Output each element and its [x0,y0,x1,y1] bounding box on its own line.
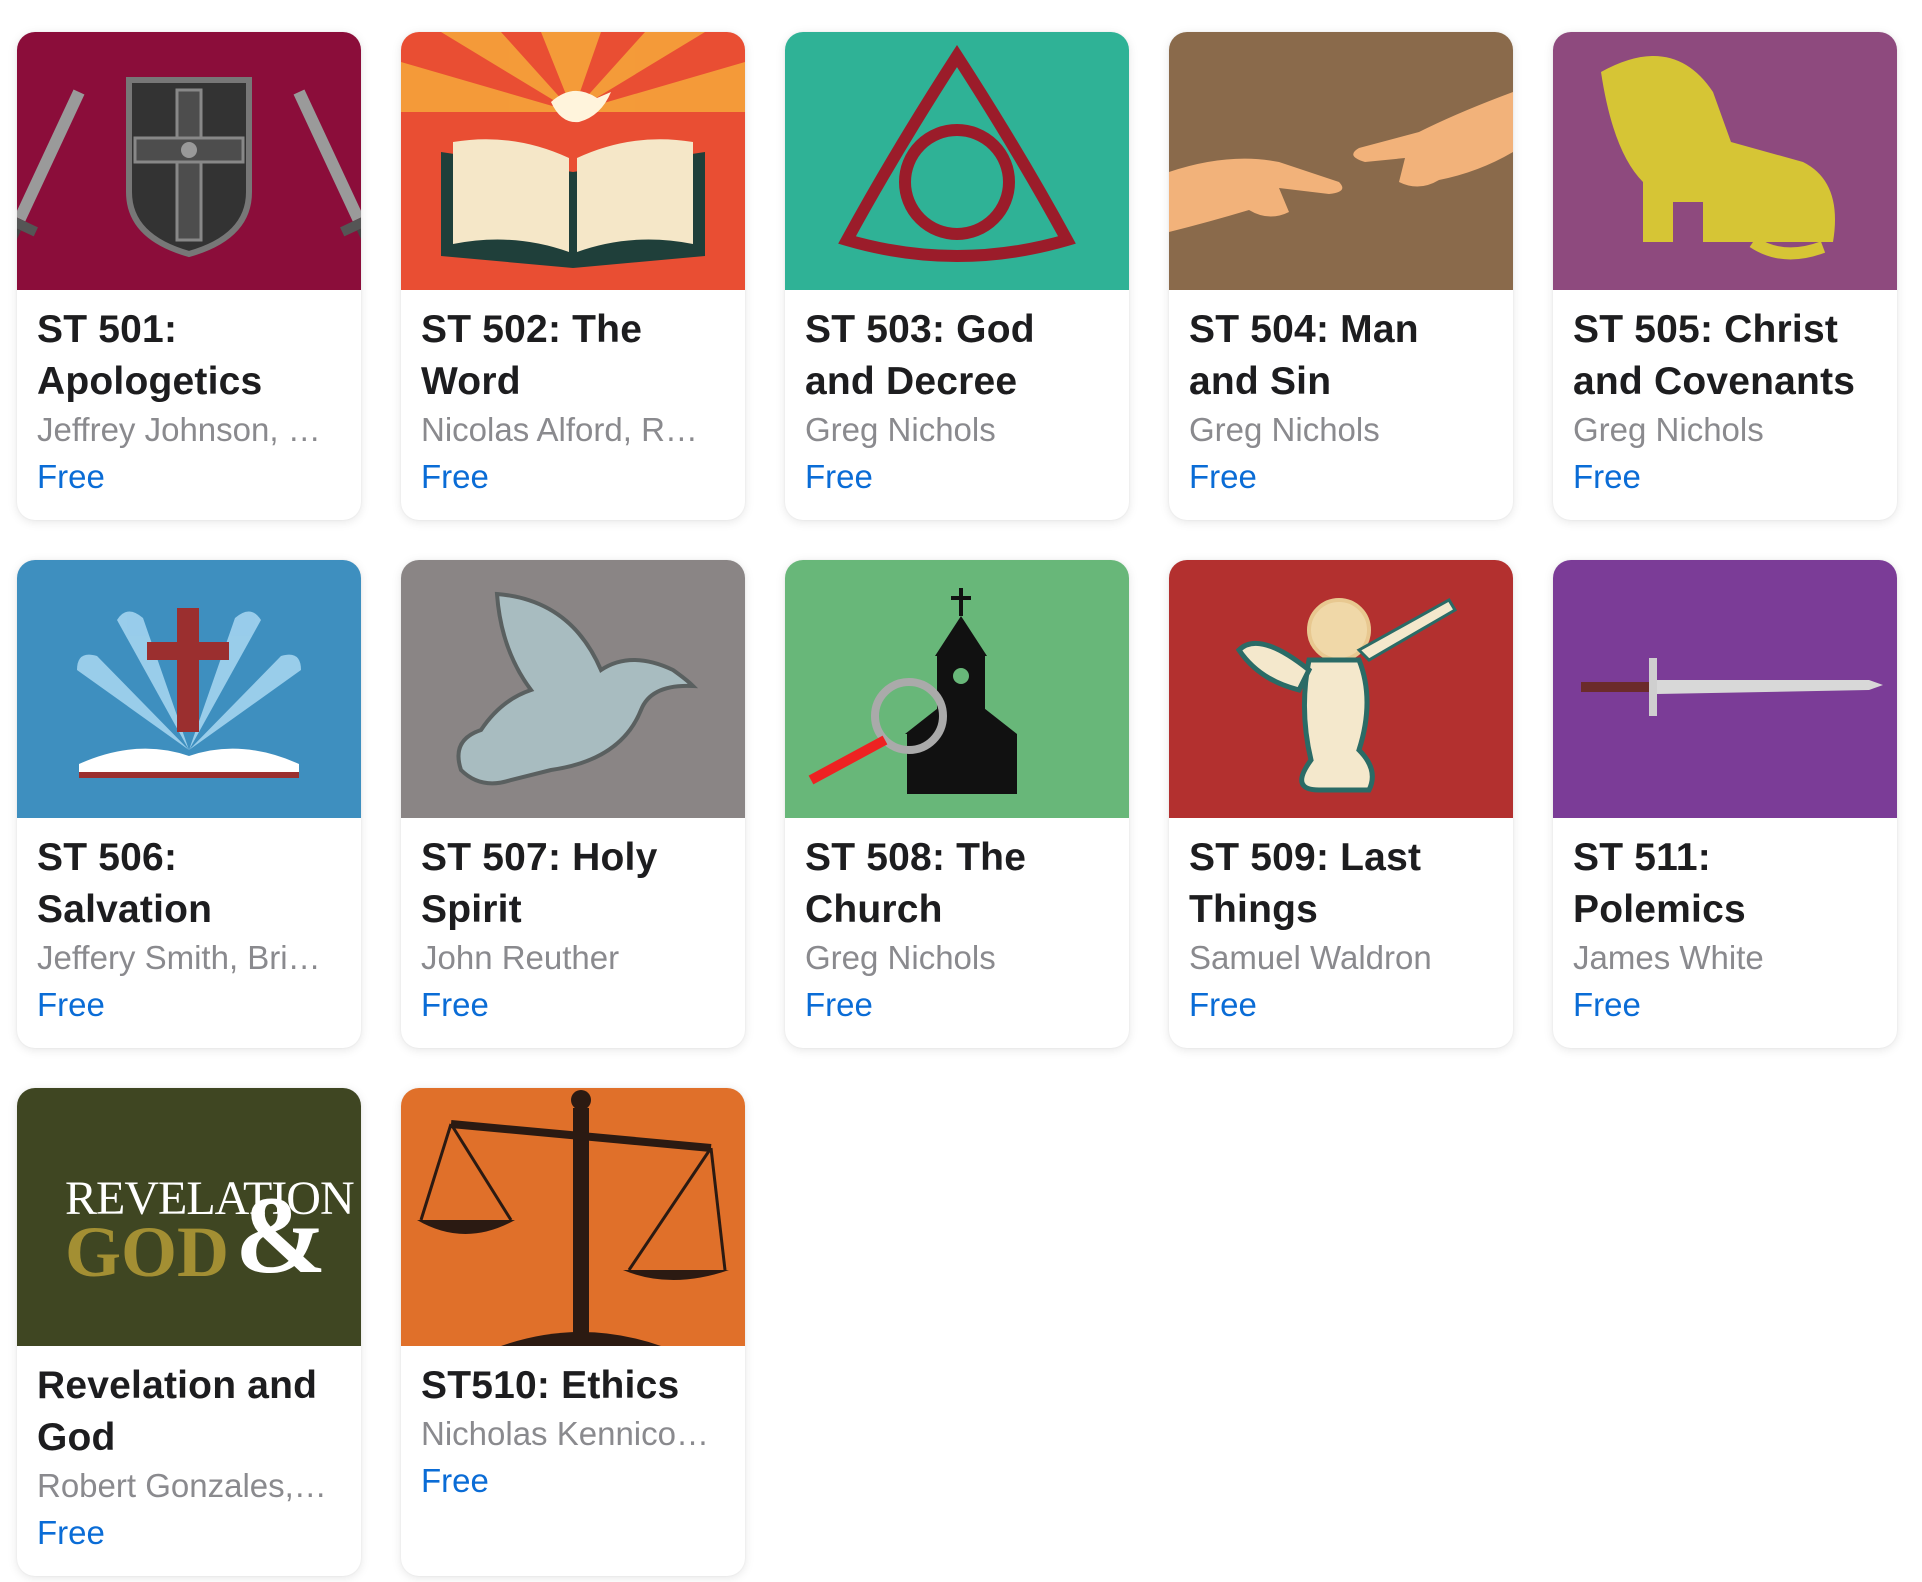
shield-swords-icon [17,32,361,290]
course-price: Free [37,1514,105,1551]
course-title: ST 505: Christ and Covenants [1573,308,1856,403]
course-price: Free [1189,458,1257,495]
course-author: Nicholas Kennico… [421,1415,709,1452]
course-card[interactable]: ST 506: Salvation Jeffery Smith, Bri… Fr… [17,560,361,1048]
course-author: Greg Nichols [1189,411,1380,448]
course-author: Robert Gonzales,… [37,1467,327,1504]
course-card[interactable]: ST 508: The Church Greg Nichols Free [785,560,1129,1048]
course-price: Free [421,458,489,495]
course-author: Nicolas Alford, R… [421,411,698,448]
course-grid: ST 501: Apologetics Jeffrey Johnson, … F… [17,32,1897,1576]
course-title: ST510: Ethics [421,1364,680,1407]
cross-book-icon [17,560,361,818]
course-title: ST 507: Holy Spirit [421,836,658,931]
course-price: Free [805,458,873,495]
course-price: Free [421,986,489,1023]
course-price: Free [1189,986,1257,1023]
course-author: James White [1573,939,1764,976]
course-price: Free [1573,986,1641,1023]
course-price: Free [1573,458,1641,495]
course-title: ST 501: Apologetics [37,308,263,403]
course-card[interactable]: ST 511: Polemics James White Free [1553,560,1897,1048]
course-card[interactable]: ST 504: Man and Sin Greg Nichols Free [1169,32,1513,520]
course-card[interactable]: ST 507: Holy Spirit John Reuther Free [401,560,745,1048]
course-title: ST 509: Last Things [1189,836,1422,931]
course-author: Samuel Waldron [1189,939,1432,976]
dove-icon [401,560,745,818]
course-title: ST 504: Man and Sin [1189,308,1419,403]
lion-lamb-icon [1553,32,1897,290]
course-title: ST 508: The Church [805,836,1027,931]
revelation-god-logo: REVELATION GOD & [17,1088,361,1346]
course-card[interactable]: ST 502: The Word Nicolas Alford, R… Free [401,32,745,520]
course-author: Jeffery Smith, Bri… [37,939,321,976]
course-card[interactable]: REVELATION GOD & Revelation and God Robe… [17,1088,361,1576]
course-title: ST 502: The Word [421,308,643,403]
scales-icon [401,1088,745,1346]
bible-dove-icon [401,32,745,290]
course-card[interactable]: ST 505: Christ and Covenants Greg Nichol… [1553,32,1897,520]
course-title: ST 511: Polemics [1573,836,1746,931]
course-title: ST 503: God and Decree [805,308,1035,403]
course-price: Free [37,986,105,1023]
trinity-knot-icon [785,32,1129,290]
course-card[interactable]: ST510: Ethics Nicholas Kennico… Free [401,1088,745,1576]
course-price: Free [37,458,105,495]
course-card[interactable]: ST 509: Last Things Samuel Waldron Free [1169,560,1513,1048]
creation-hands-icon [1169,32,1513,290]
course-title: ST 506: Salvation [37,836,213,931]
course-card[interactable]: ST 503: God and Decree Greg Nichols Free [785,32,1129,520]
logo-ampersand: & [235,1174,327,1296]
course-author: John Reuther [421,939,620,976]
course-title: Revelation and God [37,1364,318,1459]
course-author: Greg Nichols [1573,411,1764,448]
course-card[interactable]: ST 501: Apologetics Jeffrey Johnson, … F… [17,32,361,520]
angel-trumpet-icon [1169,560,1513,818]
course-author: Greg Nichols [805,939,996,976]
logo-line2: GOD [65,1212,229,1292]
course-author: Greg Nichols [805,411,996,448]
course-author: Jeffrey Johnson, … [37,411,321,448]
course-price: Free [805,986,873,1023]
church-magnifier-icon [785,560,1129,818]
course-price: Free [421,1462,489,1499]
sword-icon [1553,560,1897,818]
